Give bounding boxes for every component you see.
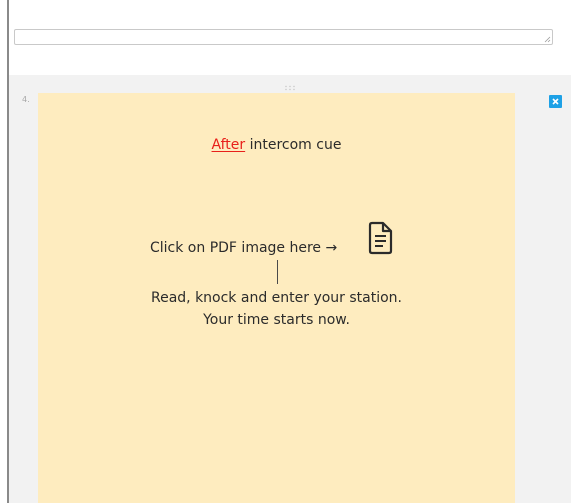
instruction-line-2: Your time starts now. [203,312,350,328]
pdf-document-icon[interactable] [368,221,394,255]
cue-emphasis: After [211,137,246,153]
drag-handle-icon[interactable] [284,85,296,91]
connector-line [277,260,278,284]
pdf-prompt: Click on PDF image here → [150,240,338,256]
instruction-line-1: Read, knock and enter your station. [150,290,403,306]
text-area-input[interactable] [14,29,553,45]
close-icon [552,98,559,105]
cue-text: intercom cue [245,137,342,153]
delete-block-button[interactable] [549,95,562,108]
note-card: After intercom cue Click on PDF image he… [38,93,515,503]
page: 4. After intercom cue Click on PDF image… [0,0,571,503]
block-number: 4. [22,95,30,104]
cue-heading: After intercom cue [38,136,515,154]
resize-grip-icon[interactable] [544,36,551,43]
